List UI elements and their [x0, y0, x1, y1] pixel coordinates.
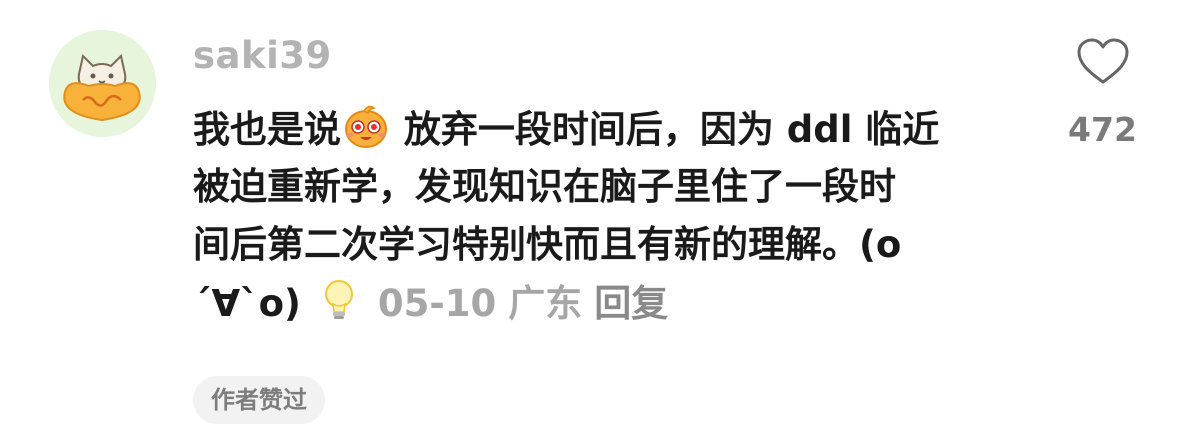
comment-date: 05-10 [377, 282, 497, 325]
like-area: 472 [1060, 38, 1145, 149]
comment-line-2: 被迫重新学，发现知识在脑子里住了一段时 [193, 165, 896, 208]
like-count: 472 [1068, 110, 1137, 149]
comment-text-part: 我也是说 [193, 108, 341, 151]
author-liked-badge: 作者赞过 [193, 376, 325, 424]
username[interactable]: saki39 [193, 34, 332, 77]
smiling-face-emoji-icon [341, 100, 391, 150]
comment-line-1: 我也是说 放弃一段时间后，因为 ddl 临近 [193, 100, 1023, 158]
comment-line-4: ´∀`o) 05-10 广东 回复 [193, 274, 1023, 332]
comment-text-part: 放弃一段时间后，因为 ddl 临近 [391, 108, 940, 151]
comment-location: 广东 [508, 282, 583, 325]
heart-icon[interactable] [1076, 38, 1130, 86]
comment-text: 我也是说 放弃一段时间后，因为 ddl 临近 被迫重新学，发现知识在脑子里住了一… [193, 100, 1023, 332]
lightbulb-emoji-icon [314, 274, 364, 324]
comment-meta: 05-10 广东 回复 [378, 282, 680, 325]
reply-button[interactable]: 回复 [594, 282, 668, 325]
comment-text-part: ´∀`o) [193, 282, 301, 325]
comment-line-3: 间后第二次学习特别快而且有新的理解。(o [193, 223, 902, 266]
cat-avatar-icon [49, 30, 156, 137]
avatar[interactable] [49, 30, 156, 137]
